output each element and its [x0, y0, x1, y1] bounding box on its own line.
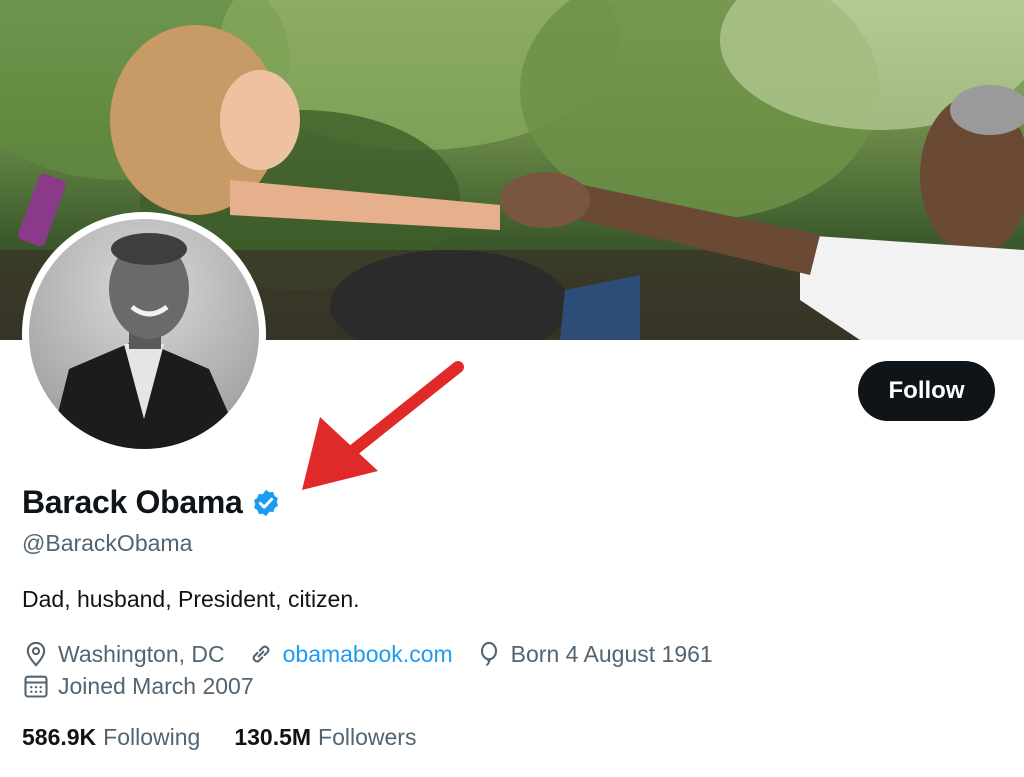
- following-label: Following: [103, 724, 201, 750]
- profile-joined-row: Joined March 2007: [22, 672, 276, 700]
- website-link[interactable]: obamabook.com: [283, 641, 453, 668]
- website-item[interactable]: obamabook.com: [247, 640, 453, 668]
- birthday-text: Born 4 August 1961: [510, 640, 713, 667]
- joined-text: Joined March 2007: [58, 672, 254, 699]
- location-item: Washington, DC: [22, 640, 225, 668]
- followers-stat[interactable]: 130.5M Followers: [234, 724, 416, 751]
- avatar-photo: [29, 219, 259, 449]
- joined-item: Joined March 2007: [22, 672, 254, 700]
- profile-name-row: Barack Obama: [22, 484, 281, 521]
- follow-button[interactable]: Follow: [858, 361, 995, 421]
- birthday-item: Born 4 August 1961: [475, 640, 713, 668]
- profile-bio: Dad, husband, President, citizen.: [22, 586, 360, 612]
- calendar-icon: [24, 675, 48, 698]
- location-text: Washington, DC: [58, 640, 225, 667]
- location-pin-icon: [26, 641, 46, 667]
- link-icon: [252, 645, 269, 663]
- profile-meta-row: Washington, DC obamabook.com Born 4 Augu…: [22, 640, 735, 668]
- profile-stats: 586.9K Following 130.5M Followers: [22, 724, 450, 751]
- profile-avatar[interactable]: [22, 212, 266, 456]
- profile-handle: @BarackObama: [22, 530, 193, 556]
- following-count: 586.9K: [22, 724, 97, 750]
- profile-name: Barack Obama: [22, 484, 243, 520]
- followers-label: Followers: [318, 724, 417, 750]
- annotation-arrow-icon: [302, 361, 464, 490]
- verified-badge-icon[interactable]: [251, 488, 281, 518]
- following-stat[interactable]: 586.9K Following: [22, 724, 200, 751]
- followers-count: 130.5M: [234, 724, 312, 750]
- balloon-icon: [480, 641, 497, 666]
